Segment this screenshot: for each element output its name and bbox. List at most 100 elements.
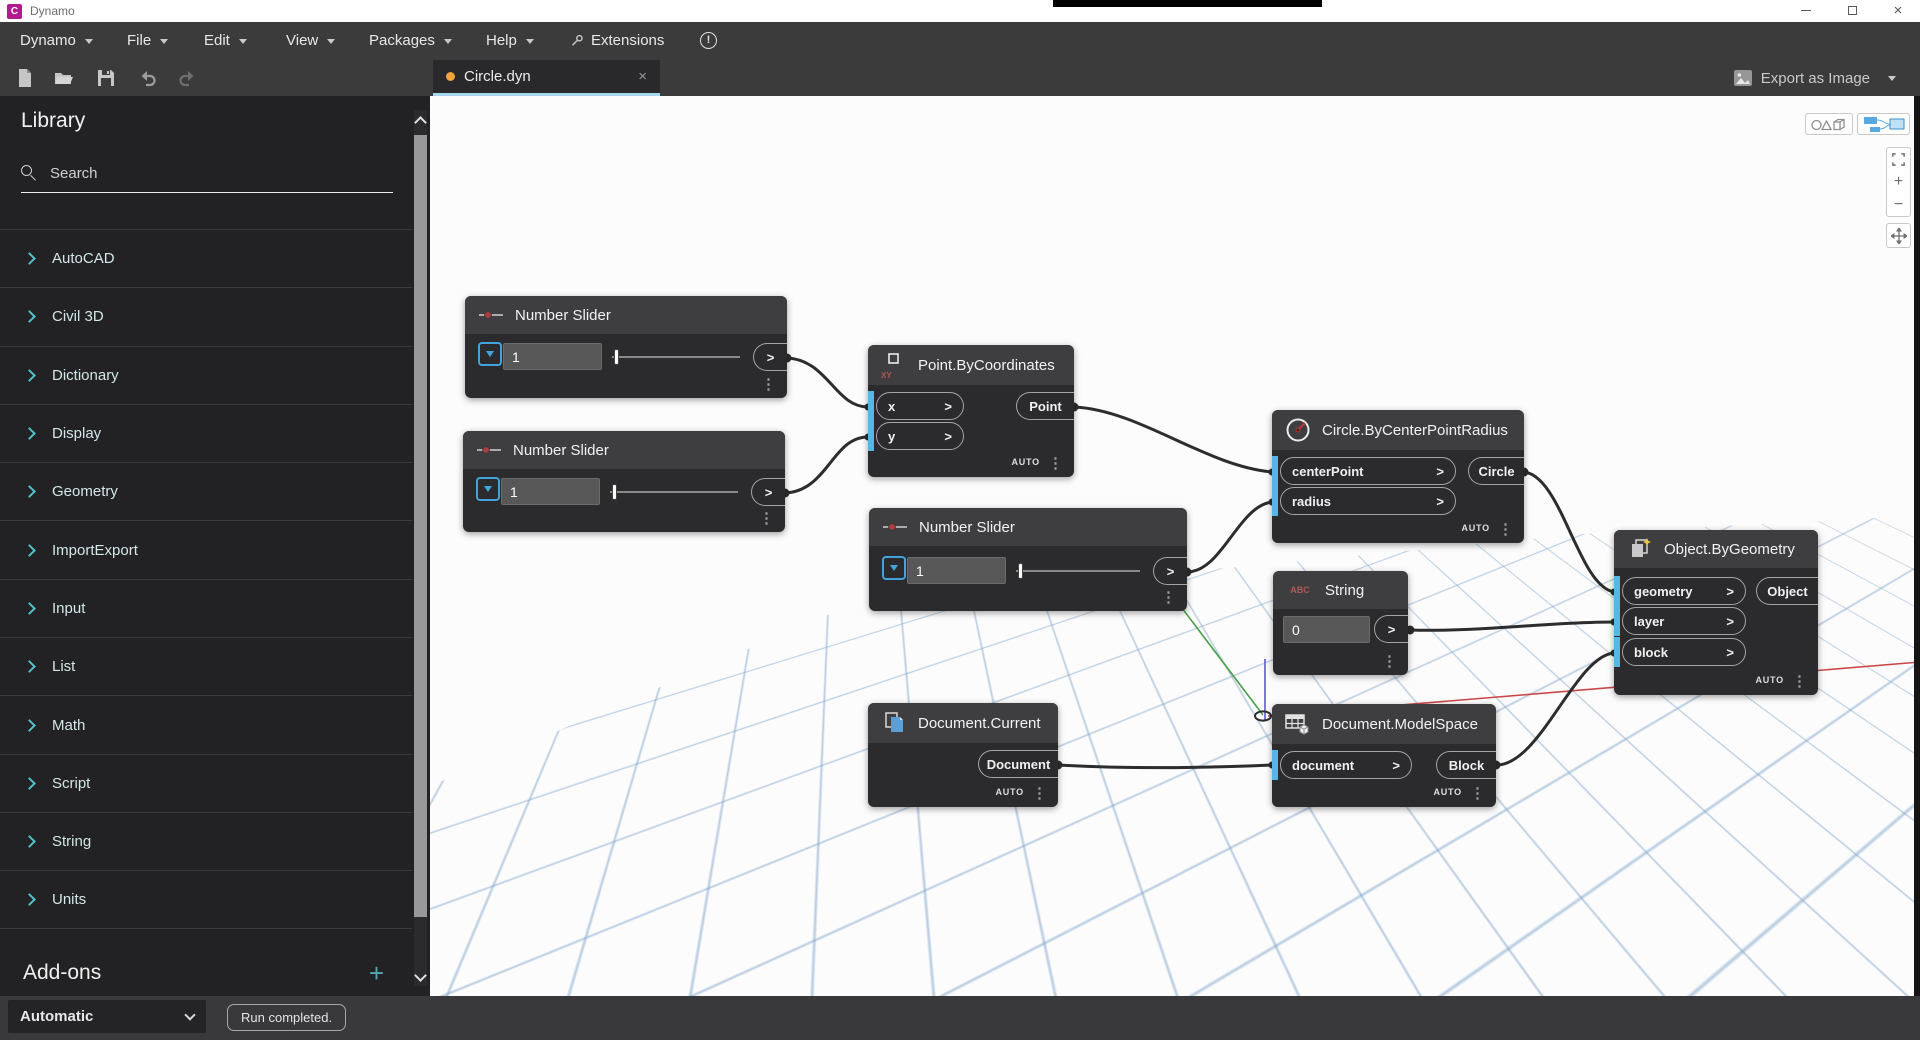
node-header[interactable]: ABC String: [1273, 571, 1408, 609]
node-header[interactable]: Number Slider: [869, 508, 1187, 546]
node-menu-icon[interactable]: ⋮: [1382, 652, 1397, 670]
menu-file[interactable]: File: [127, 22, 168, 60]
node-number-slider-3[interactable]: Number Slider 1 > ⋮: [869, 508, 1187, 611]
pan-button[interactable]: [1886, 223, 1911, 248]
wire[interactable]: [785, 437, 868, 493]
maximize-button[interactable]: [1832, 0, 1872, 22]
node-menu-icon[interactable]: ⋮: [1048, 454, 1063, 472]
output-port-point[interactable]: Point: [1016, 392, 1074, 420]
node-circle-bycenterpointradius[interactable]: Circle.ByCenterPointRadius centerPoint> …: [1272, 410, 1524, 543]
export-as-image-button[interactable]: Export as Image: [1734, 60, 1896, 96]
node-header[interactable]: Number Slider: [465, 296, 787, 334]
scrollbar-thumb[interactable]: [414, 135, 427, 917]
sidebar-item-list[interactable]: List: [0, 637, 412, 695]
sidebar-item-units[interactable]: Units: [0, 870, 412, 928]
input-port-centerpoint[interactable]: centerPoint>: [1280, 457, 1456, 485]
sidebar-item-string[interactable]: String: [0, 812, 412, 870]
input-connector[interactable]: [1614, 637, 1620, 667]
scroll-up-icon[interactable]: [414, 116, 427, 129]
sidebar-item-script[interactable]: Script: [0, 754, 412, 812]
node-point-bycoordinates[interactable]: XY Point.ByCoordinates x> y> Point AUTO …: [868, 345, 1074, 477]
sidebar-item-importexport[interactable]: ImportExport: [0, 520, 412, 578]
geometry-view-toggle[interactable]: [1805, 113, 1853, 135]
slider-handle[interactable]: [612, 484, 617, 500]
node-header[interactable]: Number Slider: [463, 431, 785, 469]
node-menu-icon[interactable]: ⋮: [1032, 784, 1047, 802]
node-header[interactable]: Document.ModelSpace: [1272, 704, 1496, 744]
input-port-document[interactable]: document>: [1280, 751, 1412, 779]
input-connector[interactable]: [868, 391, 874, 421]
sidebar-item-input[interactable]: Input: [0, 579, 412, 637]
node-header[interactable]: Object.ByGeometry: [1614, 530, 1818, 568]
close-button[interactable]: ×: [1878, 0, 1918, 22]
node-number-slider-2[interactable]: Number Slider 1 > ⋮: [463, 431, 785, 532]
scroll-down-icon[interactable]: [414, 969, 427, 982]
zoom-in-button[interactable]: +: [1894, 175, 1903, 189]
wire[interactable]: [787, 358, 868, 407]
node-header[interactable]: XY Point.ByCoordinates: [868, 345, 1074, 385]
input-port-geometry[interactable]: geometry>: [1622, 577, 1746, 605]
menu-dynamo[interactable]: Dynamo: [20, 22, 93, 60]
save-icon[interactable]: [96, 68, 116, 88]
wire[interactable]: [1187, 502, 1272, 572]
sidebar-item-geometry[interactable]: Geometry: [0, 462, 412, 520]
input-port-block[interactable]: block>: [1622, 638, 1746, 666]
slider-value-input[interactable]: 1: [503, 343, 602, 370]
node-menu-icon[interactable]: ⋮: [761, 375, 776, 393]
open-folder-icon[interactable]: [53, 68, 73, 88]
slider-settings-button[interactable]: [478, 342, 502, 366]
input-connector[interactable]: [1272, 456, 1278, 486]
input-connector[interactable]: [868, 421, 874, 451]
wire[interactable]: [1074, 407, 1272, 472]
slider-track[interactable]: [1016, 570, 1140, 572]
input-port-y[interactable]: y>: [876, 422, 964, 450]
output-port-circle[interactable]: Circle: [1468, 457, 1524, 485]
node-document-current[interactable]: Document.Current Document AUTO ⋮: [868, 703, 1058, 807]
output-port[interactable]: >: [751, 478, 785, 506]
minimize-button[interactable]: [1786, 0, 1826, 22]
input-connector[interactable]: [1614, 576, 1620, 606]
menu-edit[interactable]: Edit: [204, 22, 247, 60]
output-port[interactable]: >: [1153, 557, 1187, 585]
input-port-x[interactable]: x>: [876, 392, 964, 420]
node-header[interactable]: Document.Current: [868, 703, 1058, 743]
node-object-bygeometry[interactable]: Object.ByGeometry geometry> layer> block…: [1614, 530, 1818, 695]
slider-handle[interactable]: [1018, 563, 1023, 579]
new-file-icon[interactable]: [15, 68, 35, 88]
sidebar-item-dictionary[interactable]: Dictionary: [0, 346, 412, 404]
menu-packages[interactable]: Packages: [369, 22, 452, 60]
output-port-document[interactable]: Document: [978, 750, 1058, 778]
slider-value-input[interactable]: 1: [501, 478, 600, 505]
sidebar-item-display[interactable]: Display: [0, 404, 412, 462]
node-number-slider-1[interactable]: Number Slider 1 > ⋮: [465, 296, 787, 398]
tab-close-icon[interactable]: ×: [638, 68, 647, 85]
input-connector[interactable]: [1272, 486, 1278, 516]
node-menu-icon[interactable]: ⋮: [1470, 784, 1485, 802]
tab-circle-dyn[interactable]: Circle.dyn ×: [433, 60, 660, 96]
node-header[interactable]: Circle.ByCenterPointRadius: [1272, 410, 1524, 450]
graph-view-toggle[interactable]: [1857, 113, 1910, 135]
slider-track[interactable]: [612, 356, 740, 358]
output-port-object[interactable]: Object: [1756, 577, 1818, 605]
slider-handle[interactable]: [614, 349, 619, 365]
menu-view[interactable]: View: [286, 22, 335, 60]
add-package-button[interactable]: +: [369, 963, 384, 983]
input-connector[interactable]: [1272, 750, 1278, 780]
graph-canvas[interactable]: Number Slider 1 > ⋮ Number Slider 1 > ⋮ …: [430, 96, 1920, 996]
node-menu-icon[interactable]: ⋮: [1792, 672, 1807, 690]
output-port-block[interactable]: Block: [1436, 751, 1496, 779]
node-menu-icon[interactable]: ⋮: [1161, 588, 1176, 606]
output-port[interactable]: >: [753, 343, 787, 371]
library-scrollbar[interactable]: [414, 110, 427, 986]
menu-help[interactable]: Help: [486, 22, 534, 60]
slider-settings-button[interactable]: [882, 556, 906, 580]
slider-value-input[interactable]: 1: [907, 557, 1006, 584]
string-value-input[interactable]: 0: [1283, 616, 1370, 643]
search-input[interactable]: [50, 165, 393, 182]
library-search[interactable]: [21, 158, 393, 188]
zoom-out-button[interactable]: −: [1894, 198, 1903, 212]
menu-extensions[interactable]: Extensions: [570, 22, 664, 60]
input-port-layer[interactable]: layer>: [1622, 607, 1746, 635]
undo-icon[interactable]: [138, 68, 158, 88]
sidebar-item-math[interactable]: Math: [0, 695, 412, 753]
